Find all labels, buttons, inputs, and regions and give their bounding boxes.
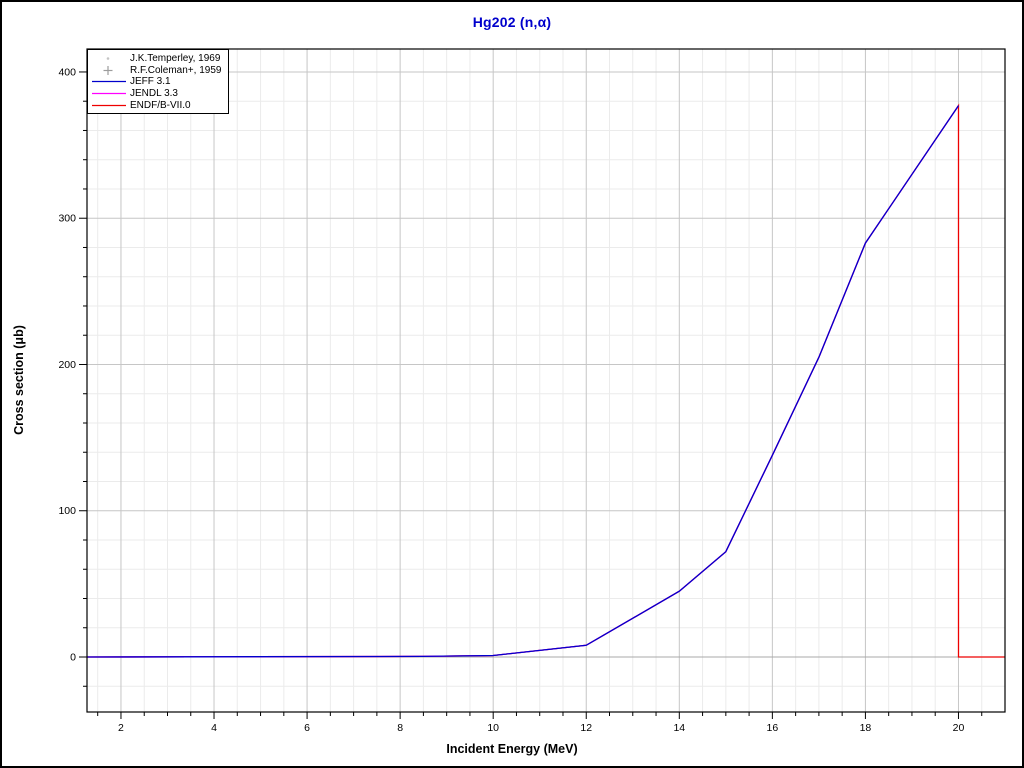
x-tick-label: 14 (673, 722, 685, 734)
x-tick-label: 8 (397, 722, 403, 734)
legend-item: J.K.Temperley, 1969 (88, 53, 228, 65)
legend-marker-dot-icon (106, 57, 110, 61)
x-tick-label: 10 (487, 722, 499, 734)
x-tick-label: 18 (860, 722, 872, 734)
y-tick-label: 300 (58, 213, 76, 225)
y-tick-label: 100 (58, 505, 76, 517)
legend-item: JEFF 3.1 (88, 76, 228, 88)
legend-item: JENDL 3.3 (88, 88, 228, 100)
legend-label: JENDL 3.3 (130, 88, 178, 100)
legend-label: R.F.Coleman+, 1959 (130, 64, 222, 76)
y-tick-label: 200 (58, 359, 76, 371)
series-jendl-3-3 (86, 105, 960, 658)
series-endf-b-vii-0 (86, 103, 1005, 658)
grid-minor (87, 49, 1005, 712)
series-jeff-3-1 (86, 105, 960, 658)
y-tick-label: 400 (58, 66, 76, 78)
legend: J.K.Temperley, 1969 R.F.Coleman+, 1959 JEF… (87, 49, 229, 114)
y-axis-title: Cross section (μb) (12, 325, 26, 435)
x-tick-label: 16 (767, 722, 779, 734)
legend-marker-line-icon (92, 104, 126, 106)
plot-frame (86, 48, 1006, 713)
plot-canvas: 2 4 6 8 10 12 14 16 18 200100200300400 (58, 48, 1006, 734)
grid-major (87, 49, 1005, 712)
legend-item: ENDF/B-VII.0 (88, 99, 228, 111)
x-tick-label: 20 (953, 722, 965, 734)
legend-marker-plus-icon (103, 65, 113, 75)
legend-label: JEFF 3.1 (130, 76, 171, 88)
series (86, 103, 1005, 658)
tick-labels: 2 4 6 8 10 12 14 16 18 200100200300400 (58, 66, 964, 734)
legend-marker-line-icon (92, 81, 126, 83)
plot-window: Hg202 (n,α) 2 4 6 8 10 12 14 16 18 20 0 100 200 300 40… (0, 0, 1024, 768)
x-tick-label: 6 (304, 722, 310, 734)
legend-label: ENDF/B-VII.0 (130, 99, 191, 111)
y-tick-label: 0 (70, 652, 76, 664)
legend-marker-line-icon (92, 92, 126, 95)
legend-label: J.K.Temperley, 1969 (130, 53, 221, 65)
x-tick-label: 2 (118, 722, 124, 734)
x-tick-label: 12 (580, 722, 592, 734)
legend-item: R.F.Coleman+, 1959 (88, 65, 228, 77)
x-tick-label: 4 (211, 722, 217, 734)
x-axis-title: Incident Energy (MeV) (446, 742, 578, 756)
